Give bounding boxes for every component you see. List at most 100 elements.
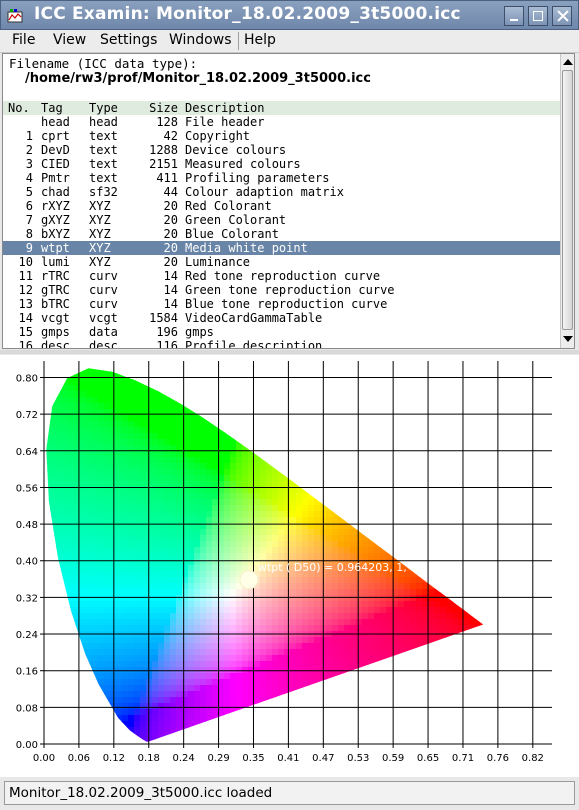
minimize-button[interactable] (504, 6, 524, 26)
header-no: No. (8, 101, 30, 115)
close-button[interactable] (552, 6, 572, 26)
cell-desc: VideoCardGammaTable (185, 311, 323, 325)
menu-file[interactable]: File (12, 32, 35, 48)
scroll-down-icon[interactable] (563, 336, 573, 342)
cell-tag: desc (41, 339, 70, 349)
cell-size: 20 (163, 255, 178, 269)
table-row[interactable]: 1 cprt text 42 Copyright (3, 129, 560, 143)
tag-info-panel: Filename (ICC data type): /home/rw3/prof… (2, 53, 575, 349)
y-tick-label: 0.32 (16, 593, 38, 604)
table-row[interactable]: 16 desc desc 116 Profile description (3, 339, 560, 349)
cell-size: 14 (163, 297, 178, 311)
cell-no: 5 (25, 185, 33, 199)
table-row[interactable]: 6 rXYZ XYZ 20 Red Colorant (3, 199, 560, 213)
cell-type: XYZ (89, 213, 111, 227)
cell-desc: Green tone reproduction curve (185, 283, 395, 297)
cell-tag: bXYZ (41, 227, 70, 241)
cell-type: XYZ (89, 241, 111, 255)
cell-type: sf32 (89, 185, 118, 199)
table-row[interactable]: 9 wtpt XYZ 20 Media white point (3, 241, 560, 255)
cell-type: curv (89, 283, 118, 297)
maximize-icon (533, 11, 543, 21)
table-row[interactable]: head head 128 File header (3, 115, 560, 129)
cell-size: 411 (156, 171, 178, 185)
x-tick-label: 0.00 (33, 753, 55, 764)
cell-size: 1288 (149, 143, 178, 157)
y-tick-label: 0.00 (16, 740, 38, 751)
cell-tag: CIED (41, 157, 70, 171)
tag-table-header: No. Tag Type Size Description (3, 101, 560, 115)
maximize-button[interactable] (528, 6, 548, 26)
cell-desc: Luminance (185, 255, 251, 269)
table-row[interactable]: 8 bXYZ XYZ 20 Blue Colorant (3, 227, 560, 241)
scroll-up-icon[interactable] (563, 59, 573, 65)
filename-label: Filename (ICC data type): (9, 56, 198, 71)
cell-desc: Measured colours (185, 157, 301, 171)
cell-tag: Pmtr (41, 171, 70, 185)
cell-desc: Red tone reproduction curve (185, 269, 381, 283)
x-tick-label: 0.71 (452, 753, 474, 764)
menu-settings[interactable]: Settings (100, 32, 157, 48)
cell-no: 4 (25, 171, 33, 185)
table-row[interactable]: 2 DevD text 1288 Device colours (3, 143, 560, 157)
cell-size: 1584 (149, 311, 178, 325)
table-row[interactable]: 7 gXYZ XYZ 20 Green Colorant (3, 213, 560, 227)
status-bar: Monitor_18.02.2009_3t5000.icc loaded (4, 781, 575, 805)
window-title: ICC Examin: Monitor_18.02.2009_3t5000.ic… (34, 4, 461, 24)
cell-desc: gmps (185, 325, 214, 339)
table-row[interactable]: 11 rTRC curv 14 Red tone reproduction curve (3, 269, 560, 283)
cell-size: 20 (163, 213, 178, 227)
cell-tag: gmps (41, 325, 70, 339)
cell-no: 8 (25, 227, 33, 241)
cell-no: 13 (18, 297, 33, 311)
menu-view[interactable]: View (53, 32, 86, 48)
menu-bar: File View Settings Windows Help (0, 30, 579, 53)
y-tick-label: 0.08 (16, 703, 38, 714)
table-row[interactable]: 5 chad sf32 44 Colour adaption matrix (3, 185, 560, 199)
x-tick-label: 0.29 (207, 753, 229, 764)
cell-tag: bTRC (41, 297, 70, 311)
cell-type: vcgt (89, 311, 118, 325)
pane-splitter[interactable] (0, 350, 579, 354)
table-row[interactable]: 14 vcgt vcgt 1584 VideoCardGammaTable (3, 311, 560, 325)
app-icon (7, 9, 23, 23)
cell-tag: wtpt (41, 241, 70, 255)
y-tick-label: 0.80 (16, 373, 38, 384)
status-text: Monitor_18.02.2009_3t5000.icc loaded (9, 785, 273, 801)
cell-no: 16 (18, 339, 33, 349)
cell-type: head (89, 115, 118, 129)
table-row[interactable]: 4 Pmtr text 411 Profiling parameters (3, 171, 560, 185)
table-row[interactable]: 10 lumi XYZ 20 Luminance (3, 255, 560, 269)
cell-desc: Media white point (185, 241, 308, 255)
header-type: Type (89, 101, 118, 115)
cell-no: 15 (18, 325, 33, 339)
menu-windows[interactable]: Windows (169, 32, 232, 48)
cell-desc: File header (185, 115, 265, 129)
scrollbar-thumb[interactable] (562, 70, 573, 330)
cell-no: 12 (18, 283, 33, 297)
cell-tag: gTRC (41, 283, 70, 297)
y-tick-label: 0.48 (16, 520, 38, 531)
table-row[interactable]: 12 gTRC curv 14 Green tone reproduction curv… (3, 283, 560, 297)
cell-type: text (89, 171, 118, 185)
cell-desc: Device colours (185, 143, 287, 157)
y-tick-label: 0.72 (16, 410, 38, 421)
info-scrollbar[interactable] (560, 54, 574, 348)
cell-desc: Profiling parameters (185, 171, 330, 185)
cell-tag: cprt (41, 129, 70, 143)
white-point-marker (239, 570, 259, 590)
table-row[interactable]: 15 gmps data 196 gmps (3, 325, 560, 339)
menu-help[interactable]: Help (244, 32, 276, 48)
table-row[interactable]: 13 bTRC curv 14 Blue tone reproduction curve (3, 297, 560, 311)
cell-tag: vcgt (41, 311, 70, 325)
table-row[interactable]: 3 CIED text 2151 Measured colours (3, 157, 560, 171)
cell-desc: Blue tone reproduction curve (185, 297, 388, 311)
cell-desc: Copyright (185, 129, 251, 143)
cell-size: 2151 (149, 157, 178, 171)
cell-size: 20 (163, 199, 178, 213)
title-bar: ICC Examin: Monitor_18.02.2009_3t5000.ic… (0, 0, 579, 30)
white-point-label: wtpt ( D50) = 0.964203, 1, 0.824905 (258, 561, 463, 574)
chromaticity-plot[interactable]: 0.00 0.06 0.12 0.18 0.24 0.29 0.35 0.41 0.47 0.53… (0, 355, 579, 777)
cell-tag: rTRC (41, 269, 70, 283)
cell-size: 20 (163, 227, 178, 241)
